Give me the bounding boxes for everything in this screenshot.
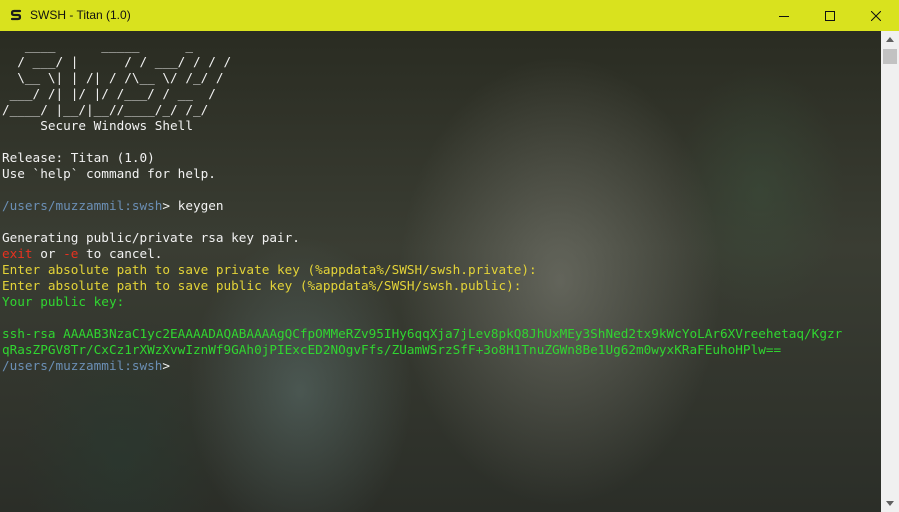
prompt-symbol: > xyxy=(162,358,178,373)
maximize-icon xyxy=(825,10,835,21)
ascii-banner-line: \__ \| | /| / /\__ \/ /_/ / xyxy=(2,70,224,85)
public-key-line: ssh-rsa AAAAB3NzaC1yc2EAAAADAQABAAAAgQCf… xyxy=(2,326,843,341)
scroll-down-button[interactable] xyxy=(881,495,899,512)
scroll-thumb[interactable] xyxy=(883,49,897,64)
ascii-banner-line: ____ _____ _ xyxy=(2,38,193,53)
scroll-up-arrow-icon xyxy=(886,37,894,42)
terminal-output: ____ _____ _ / ___/ | / / ___/ / / / \__… xyxy=(2,38,842,374)
prompt-name: swsh xyxy=(131,358,163,373)
banner-tagline: Secure Windows Shell xyxy=(2,118,193,133)
terminal-area[interactable]: ____ _____ _ / ___/ | / / ___/ / / / \__… xyxy=(0,31,881,512)
close-button[interactable] xyxy=(853,0,899,31)
close-icon xyxy=(871,10,881,21)
release-line: Release: Titan (1.0) xyxy=(2,150,155,165)
private-key-path-prompt: Enter absolute path to save private key … xyxy=(2,262,537,277)
title-bar[interactable]: SWSH - Titan (1.0) xyxy=(0,0,899,31)
ascii-banner-line: ___/ /| |/ |/ /___/ / __ / xyxy=(2,86,216,101)
scroll-down-arrow-icon xyxy=(886,501,894,506)
window-title: SWSH - Titan (1.0) xyxy=(30,8,131,22)
minimize-button[interactable] xyxy=(761,0,807,31)
entered-command: keygen xyxy=(177,198,224,213)
cancel-or: or xyxy=(32,246,64,261)
prompt-path: /users/muzzammil: xyxy=(2,198,132,213)
public-key-label: Your public key: xyxy=(2,294,125,309)
prompt-path: /users/muzzammil: xyxy=(2,358,132,373)
terminal-window: SWSH - Titan (1.0) ____ _____ _ / ___/ |… xyxy=(0,0,899,512)
generating-message: Generating public/private rsa key pair. xyxy=(2,230,300,245)
prompt-symbol: > xyxy=(162,198,178,213)
minimize-icon xyxy=(779,15,789,17)
app-icon xyxy=(10,9,22,21)
vertical-scrollbar[interactable] xyxy=(881,31,899,512)
exit-flag: -e xyxy=(63,246,79,261)
public-key-line: qRasZPGV8Tr/CxCz1rXWzXvwIznWf9GAh0jPIExc… xyxy=(2,342,782,357)
public-key-path-prompt: Enter absolute path to save public key (… xyxy=(2,278,522,293)
scroll-up-button[interactable] xyxy=(881,31,899,48)
ascii-banner-line: /____/ |__/|__//____/_/ /_/ xyxy=(2,102,209,117)
prompt-name: swsh xyxy=(131,198,163,213)
exit-keyword: exit xyxy=(2,246,33,261)
maximize-button[interactable] xyxy=(807,0,853,31)
cancel-rest: to cancel. xyxy=(78,246,163,261)
ascii-banner-line: / ___/ | / / ___/ / / / xyxy=(2,54,232,69)
help-hint: Use `help` command for help. xyxy=(2,166,216,181)
